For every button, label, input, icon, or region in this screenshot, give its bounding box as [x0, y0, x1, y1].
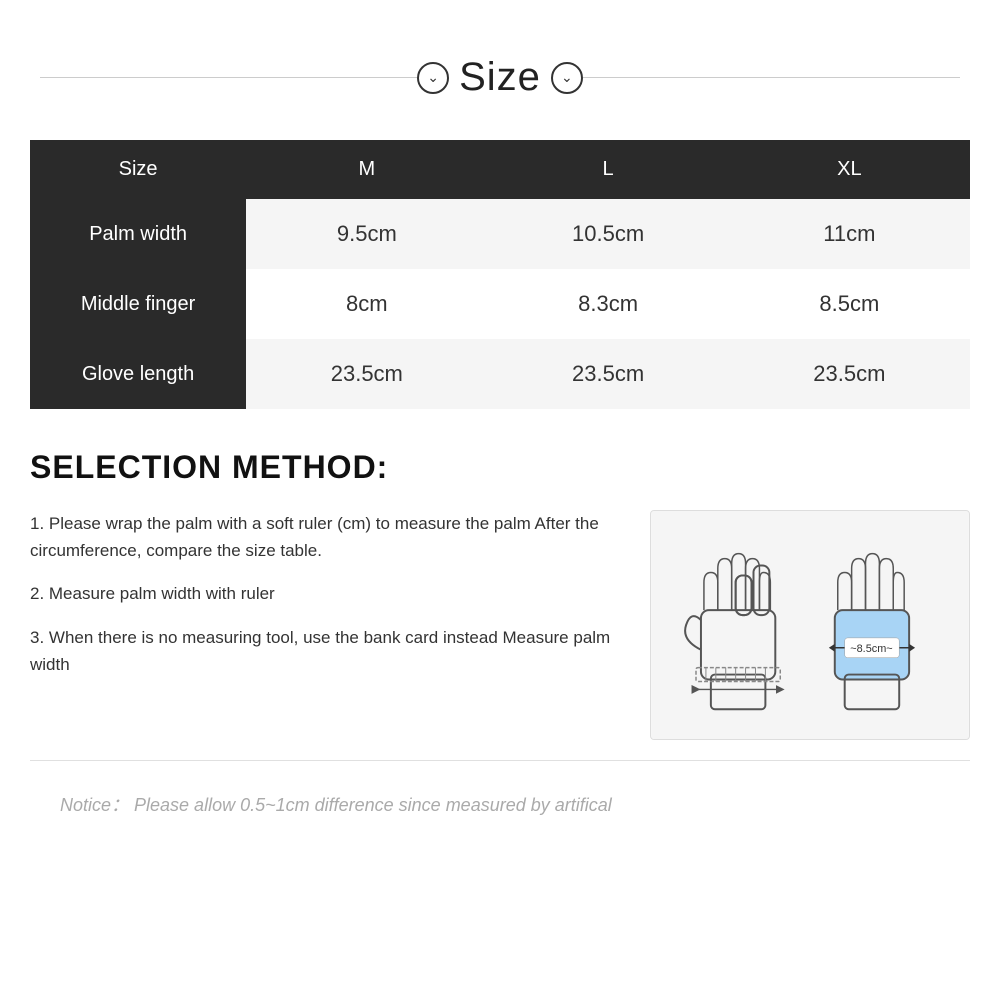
- chevron-right-icon[interactable]: ⌄: [551, 62, 583, 94]
- table-row: Palm width 9.5cm 10.5cm 11cm: [30, 199, 970, 269]
- row-l-palm: 10.5cm: [487, 199, 728, 269]
- col-header-m: M: [246, 140, 487, 199]
- selection-step-3: 3. When there is no measuring tool, use …: [30, 624, 630, 678]
- svg-text:~8.5cm~: ~8.5cm~: [850, 643, 892, 655]
- title-line-right: [583, 77, 960, 78]
- row-l-finger: 8.3cm: [487, 269, 728, 339]
- glove-svg: ~8.5cm~: [651, 511, 969, 739]
- row-label-glove: Glove length: [30, 339, 246, 409]
- title-line-left: [40, 77, 417, 78]
- row-m-palm: 9.5cm: [246, 199, 487, 269]
- row-xl-finger: 8.5cm: [729, 269, 970, 339]
- size-table: Size M L XL Palm width 9.5cm 10.5cm 11cm…: [30, 140, 970, 409]
- col-header-l: L: [487, 140, 728, 199]
- selection-section: SELECTION METHOD: 1. Please wrap the pal…: [0, 409, 1000, 760]
- table-row: Glove length 23.5cm 23.5cm 23.5cm: [30, 339, 970, 409]
- table-header-row: Size M L XL: [30, 140, 970, 199]
- row-l-glove: 23.5cm: [487, 339, 728, 409]
- selection-step-2: 2. Measure palm width with ruler: [30, 580, 630, 607]
- title-section: ⌄ Size ⌄: [0, 0, 1000, 120]
- selection-text: 1. Please wrap the palm with a soft rule…: [30, 510, 630, 694]
- table-row: Middle finger 8cm 8.3cm 8.5cm: [30, 269, 970, 339]
- selection-step-1: 1. Please wrap the palm with a soft rule…: [30, 510, 630, 564]
- glove-image: ~8.5cm~: [650, 510, 970, 740]
- chevron-left-icon[interactable]: ⌄: [417, 62, 449, 94]
- page-title: Size: [459, 55, 541, 100]
- selection-title: SELECTION METHOD:: [30, 449, 970, 486]
- table-section: Size M L XL Palm width 9.5cm 10.5cm 11cm…: [0, 120, 1000, 409]
- notice-text: Notice： Please allow 0.5~1cm difference …: [60, 791, 940, 817]
- row-xl-palm: 11cm: [729, 199, 970, 269]
- col-header-xl: XL: [729, 140, 970, 199]
- selection-content: 1. Please wrap the palm with a soft rule…: [30, 510, 970, 740]
- row-m-finger: 8cm: [246, 269, 487, 339]
- row-label-finger: Middle finger: [30, 269, 246, 339]
- row-xl-glove: 23.5cm: [729, 339, 970, 409]
- row-m-glove: 23.5cm: [246, 339, 487, 409]
- col-header-size: Size: [30, 140, 246, 199]
- row-label-palm: Palm width: [30, 199, 246, 269]
- notice-section: Notice： Please allow 0.5~1cm difference …: [30, 760, 970, 837]
- page-wrapper: ⌄ Size ⌄ Size M L XL Palm width 9.5cm 10…: [0, 0, 1000, 1000]
